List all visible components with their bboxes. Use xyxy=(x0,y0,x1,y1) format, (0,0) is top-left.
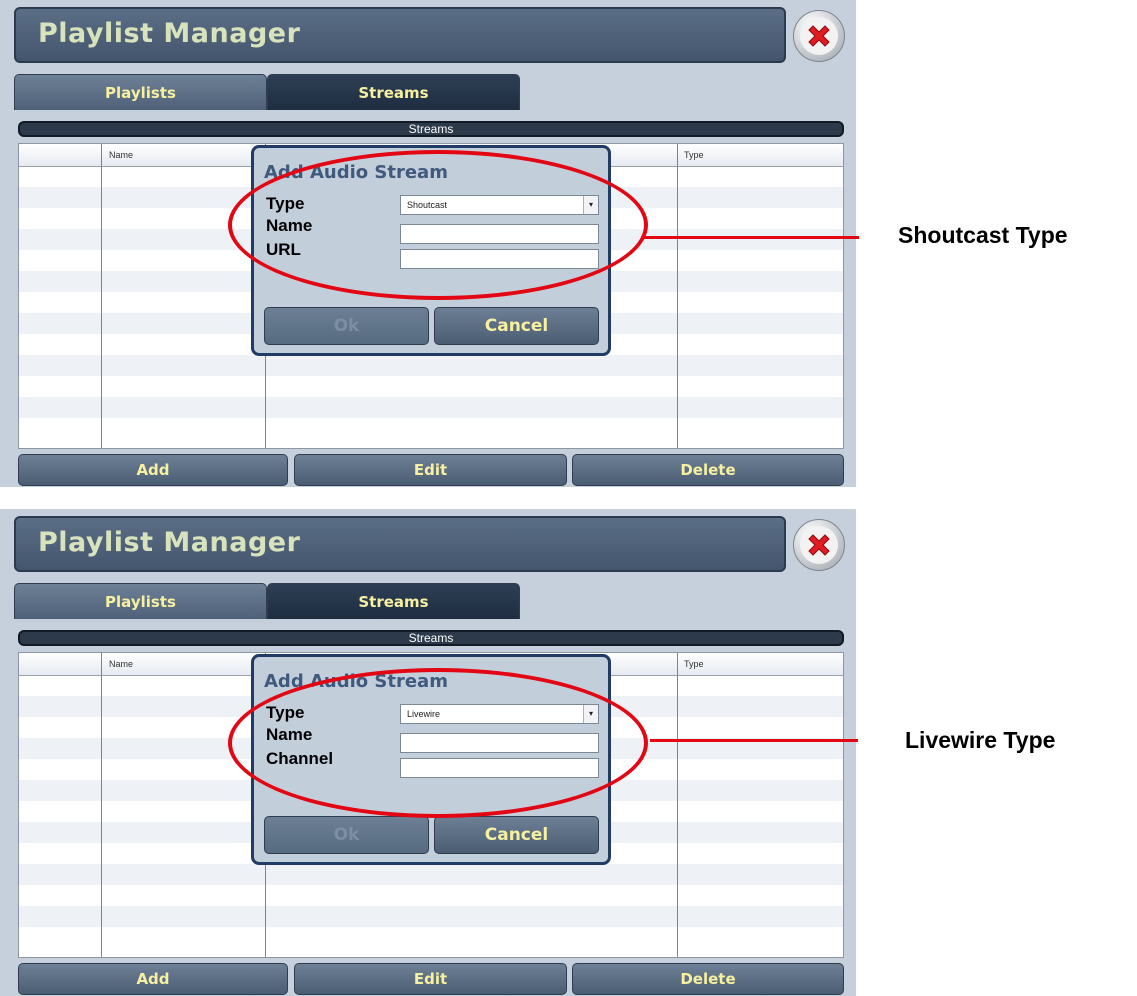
column-header-name[interactable]: Name xyxy=(109,659,133,669)
column-divider xyxy=(677,653,678,957)
tab-playlists[interactable]: Playlists xyxy=(14,74,267,110)
section-title: Streams xyxy=(18,121,844,137)
table-row[interactable] xyxy=(19,864,843,885)
column-divider xyxy=(677,144,678,448)
section-title: Streams xyxy=(18,630,844,646)
tab-streams[interactable]: Streams xyxy=(267,74,520,110)
table-row[interactable] xyxy=(19,355,843,376)
add-button[interactable]: Add xyxy=(18,454,288,486)
highlight-ellipse xyxy=(228,150,648,300)
delete-button[interactable]: Delete xyxy=(572,454,844,486)
column-header-name[interactable]: Name xyxy=(109,150,133,160)
close-icon xyxy=(800,17,838,55)
close-button[interactable] xyxy=(793,10,845,62)
window-title: Playlist Manager xyxy=(38,18,301,49)
cancel-button[interactable]: Cancel xyxy=(434,307,599,345)
close-icon xyxy=(800,526,838,564)
column-header-type[interactable]: Type xyxy=(684,150,704,160)
callout-leader-line xyxy=(650,739,858,742)
column-divider xyxy=(101,653,102,957)
callout-label: Livewire Type xyxy=(905,727,1056,753)
column-divider xyxy=(101,144,102,448)
delete-button[interactable]: Delete xyxy=(572,963,844,995)
table-row[interactable] xyxy=(19,397,843,418)
tab-streams[interactable]: Streams xyxy=(267,583,520,619)
callout-leader-line xyxy=(641,236,859,239)
title-bar: Playlist Manager xyxy=(14,7,786,63)
ok-button[interactable]: Ok xyxy=(264,816,429,854)
window-title: Playlist Manager xyxy=(38,527,301,558)
tab-playlists[interactable]: Playlists xyxy=(14,583,267,619)
edit-button[interactable]: Edit xyxy=(294,454,567,486)
title-bar: Playlist Manager xyxy=(14,516,786,572)
table-row[interactable] xyxy=(19,906,843,927)
add-button[interactable]: Add xyxy=(18,963,288,995)
edit-button[interactable]: Edit xyxy=(294,963,567,995)
cancel-button[interactable]: Cancel xyxy=(434,816,599,854)
highlight-ellipse xyxy=(228,668,648,818)
close-button[interactable] xyxy=(793,519,845,571)
callout-label: Shoutcast Type xyxy=(898,222,1068,248)
column-header-type[interactable]: Type xyxy=(684,659,704,669)
ok-button[interactable]: Ok xyxy=(264,307,429,345)
